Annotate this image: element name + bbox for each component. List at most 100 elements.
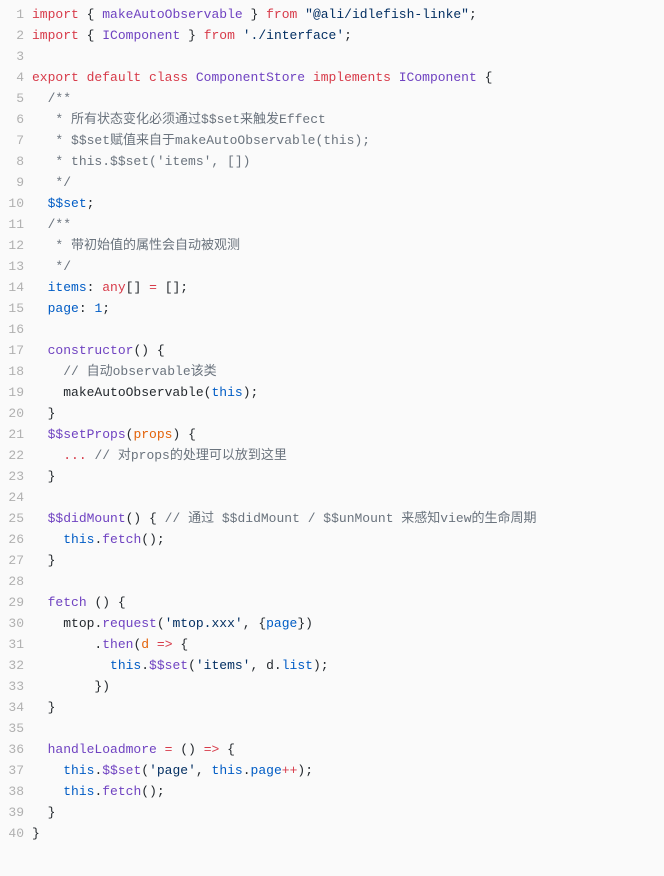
token-brace: } xyxy=(48,469,56,484)
code-line: $$didMount() { // 通过 $$didMount / $$unMo… xyxy=(32,508,664,529)
token-punct: ; xyxy=(469,7,477,22)
token-comment: * this.$$set('items', []) xyxy=(48,154,251,169)
line-number: 32 xyxy=(0,655,24,676)
code-block: 1234567891011121314151617181920212223242… xyxy=(0,0,664,848)
code-line: */ xyxy=(32,256,664,277)
line-number: 25 xyxy=(0,508,24,529)
line-number: 10 xyxy=(0,193,24,214)
line-number: 34 xyxy=(0,697,24,718)
token-k-class: class xyxy=(149,70,188,85)
line-number: 17 xyxy=(0,340,24,361)
line-number: 39 xyxy=(0,802,24,823)
code-line: makeAutoObservable(this); xyxy=(32,382,664,403)
token-brace: } xyxy=(48,700,56,715)
token-fn-name: makeAutoObservable xyxy=(102,7,242,22)
token-fn-name: $$didMount xyxy=(48,511,126,526)
token-punct: . xyxy=(274,658,282,673)
token-punct: , xyxy=(243,616,251,631)
token-paren: ) xyxy=(243,385,251,400)
code-line: } xyxy=(32,697,664,718)
token-brace: { xyxy=(227,742,235,757)
token-punct: ; xyxy=(87,196,95,211)
token-paren: ) xyxy=(102,679,110,694)
token-param: d xyxy=(141,637,149,652)
line-number: 13 xyxy=(0,256,24,277)
token-str: 'page' xyxy=(149,763,196,778)
token-prop: list xyxy=(282,658,313,673)
line-number: 8 xyxy=(0,151,24,172)
token-brace: } xyxy=(188,28,196,43)
token-paren: ) xyxy=(313,658,321,673)
line-number: 3 xyxy=(0,46,24,67)
token-brace: { xyxy=(157,343,165,358)
token-brace: } xyxy=(251,7,259,22)
token-k-export: export xyxy=(32,70,79,85)
code-line: * this.$$set('items', []) xyxy=(32,151,664,172)
token-comment: // 通过 $$didMount / $$unMount 来感知view的生命周… xyxy=(165,511,537,526)
code-line: this.$$set('items', d.list); xyxy=(32,655,664,676)
token-k-import: import xyxy=(32,28,79,43)
code-line: */ xyxy=(32,172,664,193)
code-line: this.$$set('page', this.page++); xyxy=(32,760,664,781)
token-paren: () xyxy=(141,784,157,799)
token-brace: { xyxy=(180,637,188,652)
token-type-name: IComponent xyxy=(399,70,477,85)
code-line: handleLoadmore = () => { xyxy=(32,739,664,760)
line-number: 30 xyxy=(0,613,24,634)
code-line: } xyxy=(32,466,664,487)
line-number: 26 xyxy=(0,529,24,550)
token-prop: page xyxy=(266,616,297,631)
token-str: './interface' xyxy=(243,28,344,43)
token-fn-name: fetch xyxy=(48,595,87,610)
token-cls-name: ComponentStore xyxy=(196,70,305,85)
code-line xyxy=(32,46,664,67)
line-number: 21 xyxy=(0,424,24,445)
code-line: } xyxy=(32,403,664,424)
token-k-this: this xyxy=(212,763,243,778)
line-number: 36 xyxy=(0,739,24,760)
token-k-op: ++ xyxy=(282,763,298,778)
token-brace: { xyxy=(87,28,95,43)
code-line: import { IComponent } from './interface'… xyxy=(32,25,664,46)
token-k-arrow: => xyxy=(157,637,173,652)
token-paren: ( xyxy=(141,763,149,778)
code-line: // 自动observable该类 xyxy=(32,361,664,382)
token-str: "@ali/idlefish-linke" xyxy=(305,7,469,22)
token-k-import: import xyxy=(32,7,79,22)
line-number: 4 xyxy=(0,67,24,88)
line-number: 33 xyxy=(0,676,24,697)
line-number: 19 xyxy=(0,382,24,403)
token-k-default: default xyxy=(87,70,142,85)
token-comment: * $$set赋值来自于makeAutoObservable(this); xyxy=(48,133,370,148)
token-paren: ( xyxy=(188,658,196,673)
token-str: 'mtop.xxx' xyxy=(165,616,243,631)
line-number: 6 xyxy=(0,109,24,130)
token-paren: ) xyxy=(172,427,180,442)
token-fn-name: constructor xyxy=(48,343,134,358)
code-line: }) xyxy=(32,676,664,697)
token-punct: ; xyxy=(251,385,259,400)
code-line: /** xyxy=(32,214,664,235)
token-type-name: IComponent xyxy=(102,28,180,43)
token-fn-name: request xyxy=(102,616,157,631)
token-fn-name: $$set xyxy=(102,763,141,778)
token-fn-name: $$set xyxy=(149,658,188,673)
code-line: ... // 对props的处理可以放到这里 xyxy=(32,445,664,466)
code-line: import { makeAutoObservable } from "@ali… xyxy=(32,4,664,25)
token-brace: { xyxy=(258,616,266,631)
line-number: 5 xyxy=(0,88,24,109)
code-line: $$setProps(props) { xyxy=(32,424,664,445)
line-number: 18 xyxy=(0,361,24,382)
line-number: 23 xyxy=(0,466,24,487)
token-brace: { xyxy=(87,7,95,22)
token-comment: /** xyxy=(48,91,71,106)
token-fn-name: then xyxy=(102,637,133,652)
token-paren: () xyxy=(126,511,142,526)
line-number: 28 xyxy=(0,571,24,592)
token-punct: ; xyxy=(321,658,329,673)
token-k-this: this xyxy=(63,784,94,799)
token-spread: ... xyxy=(63,448,86,463)
code-line: * 所有状态变化必须通过$$set来触发Effect xyxy=(32,109,664,130)
line-number: 31 xyxy=(0,634,24,655)
code-line: /** xyxy=(32,88,664,109)
